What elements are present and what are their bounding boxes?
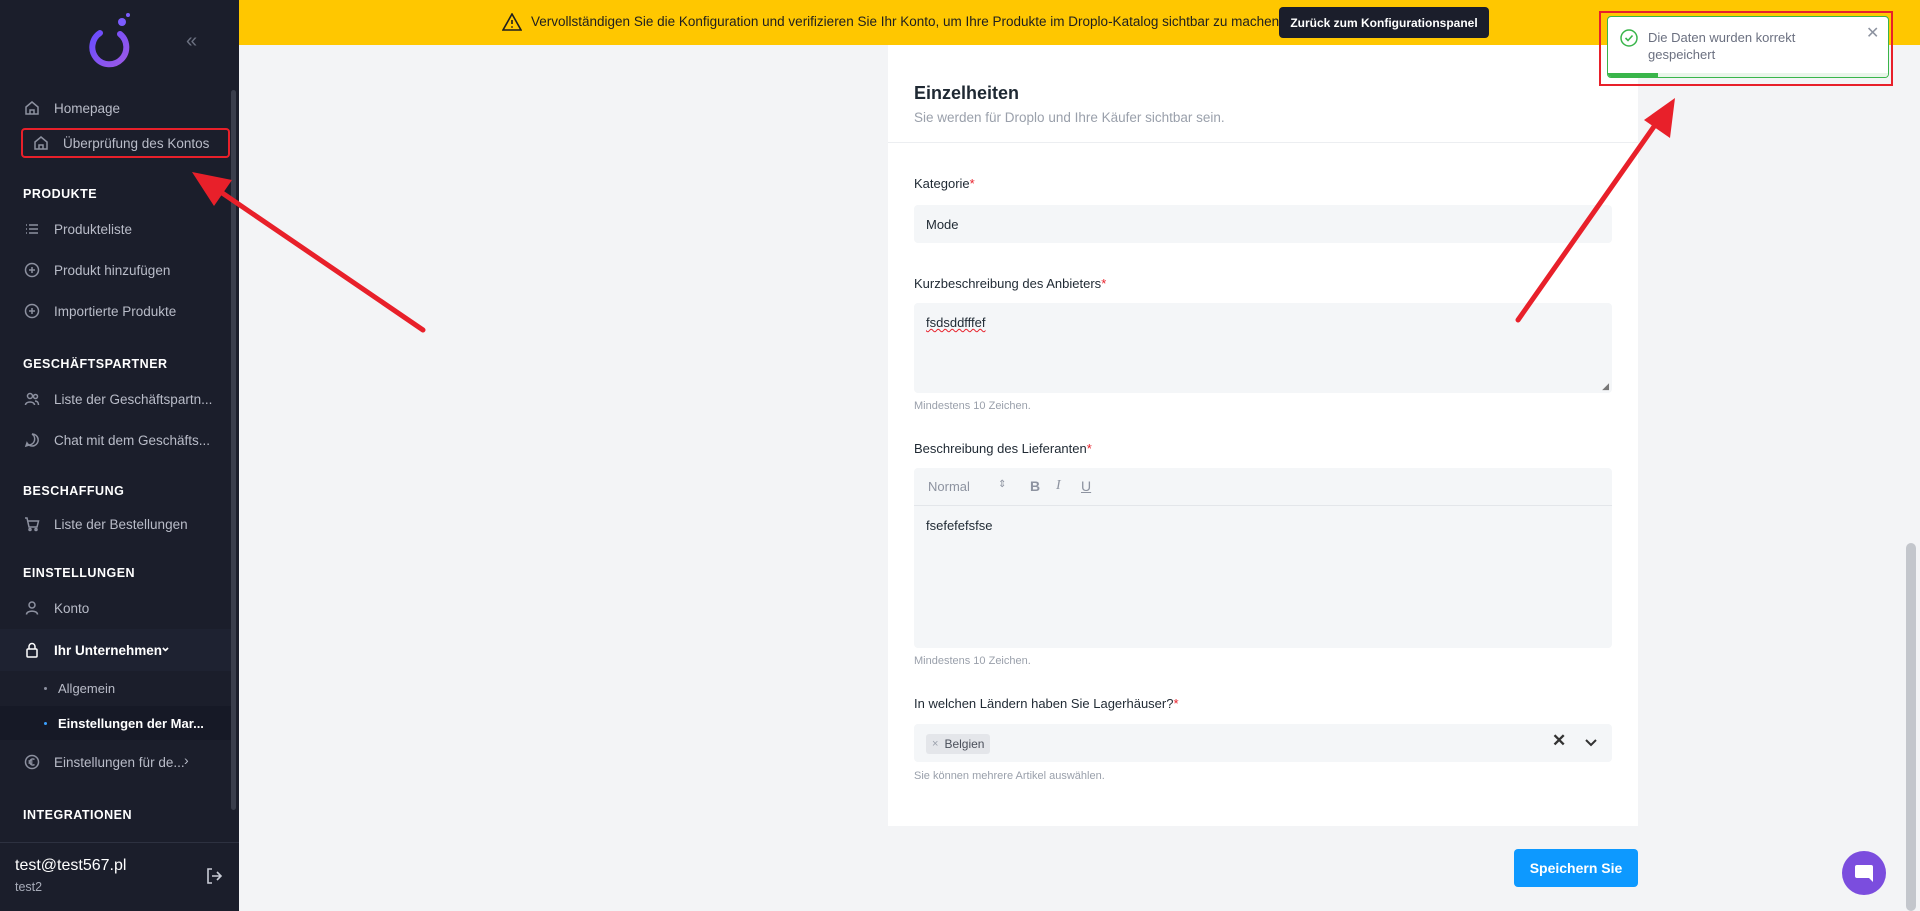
sidebar-item-label: Produkt hinzufügen — [54, 262, 171, 278]
warehouses-label: In welchen Ländern haben Sie Lagerhäuser… — [914, 696, 1179, 711]
chevron-down-icon[interactable] — [1584, 735, 1598, 749]
close-icon[interactable]: ✕ — [1866, 23, 1879, 43]
sidebar-item-homepage[interactable]: Homepage — [0, 90, 232, 126]
sidebar-subitem-market-settings[interactable]: Einstellungen der Mar... — [0, 706, 232, 740]
sidebar-item-settings-for[interactable]: Einstellungen für de... › — [0, 744, 232, 780]
sidebar-item-label: Produkteliste — [54, 221, 133, 237]
warning-icon — [502, 13, 522, 31]
chat-icon — [1855, 865, 1873, 882]
sidebar-item-order-list[interactable]: Liste der Bestellungen — [0, 506, 232, 542]
sidebar-item-label: Importierte Produkte — [54, 303, 177, 319]
warehouse-chip[interactable]: × Belgien — [926, 734, 991, 754]
card-subtitle: Sie werden für Droplo und Ihre Käufer si… — [914, 110, 1225, 125]
banner-text: Vervollständigen Sie die Konfiguration u… — [531, 14, 1283, 29]
droplo-logo-icon[interactable] — [84, 12, 134, 70]
sidebar-item-add-product[interactable]: Produkt hinzufügen — [0, 252, 232, 288]
bullet-icon — [44, 686, 47, 690]
warehouses-hint: Sie können mehrere Artikel auswählen. — [914, 770, 1105, 782]
sidebar-item-product-list[interactable]: Produkteliste — [0, 211, 232, 247]
chat-launcher-button[interactable] — [1842, 851, 1886, 895]
section-settings: EINSTELLUNGEN — [23, 566, 136, 580]
chevron-right-icon: › — [184, 752, 189, 768]
bullet-icon — [44, 721, 47, 725]
underline-button[interactable]: U — [1081, 478, 1091, 494]
save-button[interactable]: Speichern Sie — [1514, 849, 1638, 887]
toast-message: Die Daten wurden korrekt gespeichert — [1648, 30, 1796, 62]
sort-arrows-icon[interactable]: ⇕ — [998, 479, 1006, 490]
chip-label: Belgien — [944, 737, 985, 751]
sidebar-item-label: Chat mit dem Geschäfts... — [54, 432, 211, 448]
page-scrollbar[interactable] — [1906, 543, 1916, 911]
sidebar-item-label: Homepage — [54, 100, 121, 116]
supplier-description-hint: Mindestens 10 Zeichen. — [914, 655, 1031, 667]
format-select[interactable]: Normal — [928, 479, 970, 494]
short-description-value: fsdsddfffef — [926, 315, 986, 330]
category-value: Mode — [926, 217, 959, 232]
plus-circle-icon — [24, 303, 40, 319]
clear-selection-icon[interactable]: ✕ — [1552, 731, 1566, 751]
supplier-description-editor[interactable]: Normal ⇕ B I U fsefefefsfse — [914, 468, 1612, 648]
section-partners: GESCHÄFTSPARTNER — [23, 357, 168, 371]
user-icon — [25, 601, 39, 615]
toast-progress — [1608, 73, 1659, 77]
section-procurement: BESCHAFFUNG — [23, 484, 125, 498]
supplier-description-label: Beschreibung des Lieferanten* — [914, 441, 1092, 456]
sidebar-subitem-general[interactable]: Allgemein — [0, 671, 232, 705]
success-toast: Die Daten wurden korrekt gespeichert ✕ — [1607, 16, 1889, 78]
sidebar-item-partner-chat[interactable]: Chat mit dem Geschäfts... — [0, 422, 232, 458]
check-circle-icon — [1620, 29, 1638, 47]
sidebar-item-partner-list[interactable]: Liste der Geschäftspartn... — [0, 381, 232, 417]
plus-circle-icon — [24, 262, 40, 278]
chevron-down-icon: ⌄ — [160, 639, 171, 654]
sidebar-item-label: Konto — [54, 600, 90, 616]
sidebar-item-label: Überprüfung des Kontos — [63, 135, 210, 151]
sidebar-item-label: Allgemein — [58, 680, 116, 696]
home-icon — [25, 101, 39, 115]
sidebar-item-account[interactable]: Konto — [0, 590, 232, 626]
chat-icon — [24, 433, 39, 448]
list-icon — [26, 224, 38, 234]
lock-icon — [26, 642, 38, 658]
sidebar-item-label: Liste der Bestellungen — [54, 516, 188, 532]
sidebar-item-label: Einstellungen für de... — [54, 754, 185, 770]
users-icon — [24, 392, 40, 406]
short-description-label: Kurzbeschreibung des Anbieters* — [914, 276, 1107, 291]
section-products: PRODUKTE — [23, 187, 98, 201]
details-card: Einzelheiten Sie werden für Droplo und I… — [888, 45, 1638, 826]
remove-chip-icon[interactable]: × — [932, 738, 938, 750]
sidebar: « Homepage Überprüfung des Kontos PRODUK… — [0, 0, 239, 911]
user-footer: test@test567.pl test2 — [0, 842, 239, 911]
editor-toolbar: Normal ⇕ B I U — [914, 468, 1612, 506]
collapse-sidebar-icon[interactable]: « — [186, 30, 197, 53]
card-title: Einzelheiten — [914, 83, 1020, 103]
resize-handle-icon[interactable]: ◢ — [1602, 381, 1609, 392]
sidebar-item-account-review[interactable]: Überprüfung des Kontos — [21, 128, 230, 158]
short-description-textarea[interactable]: fsdsddfffef ◢ — [914, 303, 1612, 393]
category-label: Kategorie* — [914, 176, 975, 191]
logout-icon[interactable] — [205, 867, 223, 885]
sidebar-item-label: Einstellungen der Mar... — [58, 715, 204, 731]
italic-button[interactable]: I — [1056, 478, 1061, 494]
back-to-config-button[interactable]: Zurück zum Konfigurationspanel — [1279, 7, 1489, 38]
section-integrations: INTEGRATIONEN — [23, 808, 133, 822]
sidebar-item-imported-products[interactable]: Importierte Produkte — [0, 293, 232, 329]
category-select[interactable]: Mode — [914, 205, 1612, 243]
sidebar-item-label: Liste der Geschäftspartn... — [54, 391, 213, 407]
sidebar-scrollbar[interactable] — [231, 90, 236, 810]
supplier-description-value: fsefefefsfse — [926, 518, 993, 533]
bold-button[interactable]: B — [1030, 478, 1040, 494]
warehouses-multiselect[interactable]: × Belgien ✕ — [914, 724, 1612, 762]
sidebar-item-label: Ihr Unternehmen — [54, 642, 163, 658]
sidebar-item-your-company[interactable]: Ihr Unternehmen ⌄ — [0, 629, 232, 671]
cart-icon — [25, 517, 40, 532]
euro-circle-icon — [24, 754, 40, 770]
user-name: test2 — [15, 880, 43, 894]
home-icon — [34, 136, 48, 150]
user-email: test@test567.pl — [15, 857, 127, 874]
short-description-hint: Mindestens 10 Zeichen. — [914, 400, 1031, 412]
divider — [888, 142, 1638, 143]
